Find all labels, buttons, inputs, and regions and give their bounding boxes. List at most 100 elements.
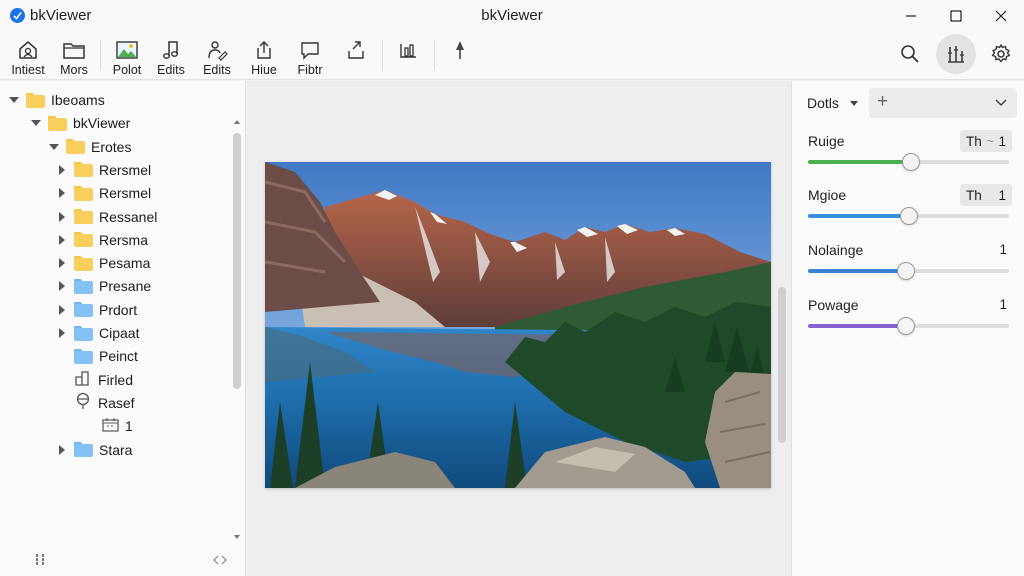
tree-item[interactable]: Firled [56,369,133,391]
slider-thumb[interactable] [897,317,916,335]
slider-fill [808,160,911,164]
tree-item[interactable]: Presane [56,275,151,297]
slider-thumb[interactable] [899,207,918,225]
add-preset-combo[interactable]: + [869,88,1017,118]
calendar-icon [102,417,119,435]
slider-track[interactable] [808,317,1009,335]
maximize-icon [950,10,962,22]
chevron-right-icon[interactable] [56,327,68,339]
tree-item[interactable]: Rersma [56,229,148,251]
tree-item[interactable]: Ibeoams [8,89,105,111]
music-note-icon [163,41,178,59]
tree-item[interactable]: Pesama [56,252,150,274]
share-icon [257,41,271,59]
chevron-down-icon[interactable] [8,94,20,106]
tool-export[interactable] [334,36,378,80]
slider-fill [808,324,907,328]
tree-item[interactable]: bkViewer [30,112,130,134]
slider-thumb[interactable] [897,262,916,280]
adjustments-button[interactable] [936,34,976,74]
tool-label: Polot [112,63,142,77]
tree-item[interactable]: Rersmel [56,182,151,204]
tree-item[interactable]: Prdort [56,299,137,321]
tree-item[interactable]: Cipaat [56,322,139,344]
tree-item-label: Firled [98,371,134,388]
chevron-right-icon[interactable] [56,234,68,246]
tree-item-label: Rasef [98,394,135,411]
tree-item[interactable]: Rasef [56,392,135,414]
chevron-right-icon[interactable] [56,187,68,199]
dropdown-caret-icon[interactable] [849,100,859,108]
tool-edit[interactable]: Edits [195,36,239,80]
file-split-icon [74,370,92,389]
slider-value: 1 [998,187,1006,203]
microphone-icon [456,41,464,59]
tool-music[interactable]: Edits [149,36,193,80]
slider-label: Ruige [808,133,845,149]
settings-button[interactable] [981,34,1021,74]
tool-share[interactable]: Hiue [242,36,286,80]
tool-comment[interactable]: Fibtr [288,36,332,80]
folder-icon [48,115,67,131]
slider-thumb[interactable] [901,153,920,171]
viewer-scrollbar[interactable] [776,287,788,447]
tree-scrollbar[interactable] [231,117,243,542]
edit-person-icon [208,41,228,61]
chevron-right-icon[interactable] [56,164,68,176]
search-button[interactable] [890,34,930,74]
drag-handle-icon[interactable] [34,553,46,567]
tree-item-label: Prdort [99,301,138,318]
tree-item[interactable]: Ressanel [56,206,157,228]
tool-image[interactable]: Polot [105,36,149,80]
tool-microphone[interactable] [438,36,482,80]
collapse-arrows-icon[interactable] [213,555,227,565]
close-button[interactable] [986,4,1016,28]
slider-track[interactable] [808,207,1009,225]
tool-folder[interactable]: Mors [52,36,96,80]
chevron-down-icon[interactable] [30,117,42,129]
tree-item-label: Cipaat [99,325,140,341]
tree-item-label: bkViewer [73,115,131,132]
chevron-right-icon[interactable] [56,280,68,292]
slider-value-field[interactable]: Th ~1 [960,130,1012,152]
tree-item[interactable]: 1 [84,415,133,437]
landscape-photo[interactable] [265,162,771,488]
tool-chart[interactable] [386,36,430,80]
chevron-right-icon[interactable] [56,444,68,456]
tool-label: Edits [203,63,231,77]
chevron-down-icon[interactable] [48,141,60,153]
toolbar: Intiest Mors Polot Edits Edits Hiue Fibt… [0,32,1024,80]
close-icon [995,10,1007,22]
tree-item[interactable]: Peinct [56,345,138,367]
tool-home[interactable]: Intiest [6,36,50,80]
tree-item-label: Ibeoams [51,92,105,108]
chevron-right-icon[interactable] [56,304,68,316]
minimize-button[interactable] [896,4,926,28]
toolbar-divider [100,40,101,70]
toolbar-divider [382,40,383,70]
chevron-right-icon[interactable] [56,211,68,223]
tree-item-label: Presane [99,278,152,295]
slider-value: 1 [998,133,1006,149]
maximize-button[interactable] [941,4,971,28]
tree-scrollbar-thumb[interactable] [233,133,241,389]
folder-icon [74,232,93,248]
tree-item[interactable]: Rersmel [56,159,151,181]
viewer-scrollbar-thumb[interactable] [778,287,786,443]
slider-track[interactable] [808,262,1009,280]
add-icon[interactable]: + [877,91,888,113]
tree-item-label: Rersmel [99,185,152,202]
tool-label: Hiue [251,63,277,77]
chevron-right-icon[interactable] [56,257,68,269]
slider-value-field[interactable]: Th 1 [960,184,1012,206]
image-viewer [247,81,791,576]
folder-icon [74,325,93,341]
slider-track[interactable] [808,153,1009,171]
tree-item[interactable]: Stara [56,439,132,461]
minimize-icon [906,15,916,17]
slider-fill [808,214,909,218]
adjustments-dropdown[interactable]: Dotls [807,95,839,111]
tree-item[interactable]: Erotes [48,136,131,158]
